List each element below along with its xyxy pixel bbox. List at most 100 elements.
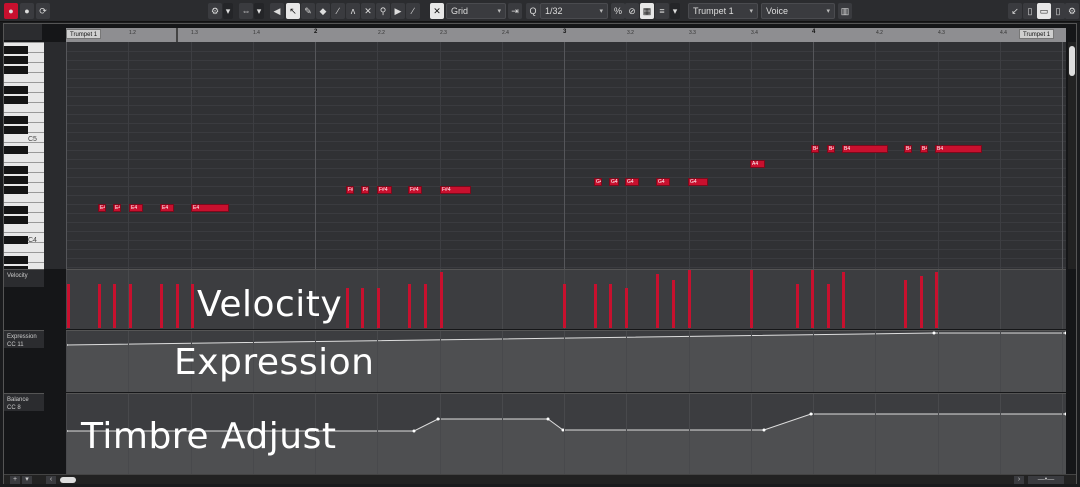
velocity-bar[interactable]: [935, 272, 938, 328]
eraser-tool-icon[interactable]: ◆: [316, 3, 330, 19]
grid-icon[interactable]: ⇥: [508, 3, 522, 19]
midi-note[interactable]: E4: [191, 204, 229, 212]
velocity-bar[interactable]: [346, 288, 349, 328]
velocity-bar[interactable]: [408, 284, 411, 328]
right-zone-icon[interactable]: ▯: [1051, 3, 1065, 19]
pointer-tool-icon[interactable]: ↖: [286, 3, 300, 19]
knife-tool-icon[interactable]: ∕: [331, 3, 345, 19]
chevron-down-icon[interactable]: ▾: [670, 3, 680, 19]
vertical-scrollbar[interactable]: [1068, 42, 1076, 269]
step-input-icon[interactable]: ▦: [640, 3, 654, 19]
velocity-bar[interactable]: [361, 288, 364, 328]
black-key[interactable]: [4, 126, 28, 134]
velocity-bar[interactable]: [688, 270, 691, 328]
velocity-bar[interactable]: [67, 284, 70, 328]
midi-note[interactable]: G4: [594, 178, 602, 186]
line-tool-icon[interactable]: ∕: [406, 3, 420, 19]
velocity-bar[interactable]: [920, 276, 923, 328]
add-lane-icon[interactable]: +: [10, 476, 20, 484]
velocity-bar[interactable]: [672, 280, 675, 328]
note-grid[interactable]: E4 E4 E4 E4 E4 F#4 F#4 F#4 F#4 F#4 G4 G4 G4 G4 G4 A4 B4 B…: [66, 42, 1066, 269]
zoom-tool-icon[interactable]: ⚲: [376, 3, 390, 19]
midi-note[interactable]: F#4: [408, 186, 422, 194]
curve-point[interactable]: [546, 417, 550, 421]
velocity-bar[interactable]: [827, 284, 830, 328]
black-key[interactable]: [4, 96, 28, 104]
gear-icon[interactable]: ⚙: [1065, 3, 1079, 19]
black-key[interactable]: [4, 146, 28, 154]
lower-zone-icon[interactable]: ▭: [1037, 3, 1051, 19]
glue-tool-icon[interactable]: ᴧ: [346, 3, 360, 19]
snap-icon[interactable]: ◀: [270, 3, 284, 19]
curve-point[interactable]: [762, 428, 766, 432]
black-key[interactable]: [4, 216, 28, 224]
velocity-bar[interactable]: [750, 270, 753, 328]
black-key[interactable]: [4, 176, 28, 184]
midi-note[interactable]: F#4: [361, 186, 369, 194]
black-key[interactable]: [4, 46, 28, 54]
midi-note[interactable]: B4: [827, 145, 835, 153]
velocity-bar[interactable]: [113, 284, 116, 328]
monitor-icon[interactable]: ●: [20, 3, 34, 19]
velocity-bar[interactable]: [811, 270, 814, 328]
scrollbar-thumb[interactable]: [1069, 46, 1075, 76]
midi-note[interactable]: F#4: [377, 186, 392, 194]
velocity-bar[interactable]: [656, 274, 659, 328]
snap-toggle-icon[interactable]: ✕: [430, 3, 444, 19]
velocity-bar[interactable]: [160, 284, 163, 328]
snap-mode-select[interactable]: Grid ▾: [446, 3, 506, 19]
black-key[interactable]: [4, 256, 28, 264]
zoom-slider[interactable]: —•—: [1028, 476, 1064, 484]
settings-icon[interactable]: ⚙: [208, 3, 222, 19]
midi-note[interactable]: E4: [113, 204, 121, 212]
midi-note[interactable]: B4: [811, 145, 819, 153]
midi-note[interactable]: E4: [129, 204, 143, 212]
midi-note[interactable]: B4: [935, 145, 982, 153]
black-key[interactable]: [4, 166, 28, 174]
play-tool-icon[interactable]: ▶: [391, 3, 405, 19]
midi-note[interactable]: G4: [656, 178, 670, 186]
black-key[interactable]: [4, 86, 28, 94]
scroll-right-icon[interactable]: ›: [1014, 476, 1024, 484]
collapse-icon[interactable]: ↙: [1008, 3, 1022, 19]
track-select[interactable]: Trumpet 1 ▾: [688, 3, 758, 19]
velocity-bar[interactable]: [625, 288, 628, 328]
quantize-icon[interactable]: Q: [526, 3, 540, 19]
record-icon[interactable]: ●: [4, 3, 18, 19]
chevron-down-icon[interactable]: ▾: [254, 3, 264, 19]
velocity-lane-header[interactable]: Velocity: [4, 269, 44, 287]
piano-keyboard[interactable]: [4, 42, 44, 269]
swing-icon[interactable]: %: [611, 3, 625, 19]
black-key[interactable]: [4, 56, 28, 64]
velocity-bar[interactable]: [129, 284, 132, 328]
iterative-quantize-icon[interactable]: ⊘: [625, 3, 639, 19]
midi-note[interactable]: G4: [688, 178, 708, 186]
chevron-down-icon[interactable]: ▾: [223, 3, 233, 19]
velocity-bar[interactable]: [191, 284, 194, 328]
midi-note[interactable]: G4: [625, 178, 639, 186]
expression-lane-header[interactable]: Expression CC 11: [4, 330, 44, 348]
velocity-bar[interactable]: [842, 272, 845, 328]
chevron-down-icon[interactable]: ▾: [22, 476, 32, 484]
black-key[interactable]: [4, 66, 28, 74]
ruler[interactable]: 2 3 4 1.2 1.3 1.4 2.2 2.3 2.4 3.2 3.3 3.…: [66, 28, 1066, 42]
velocity-bar[interactable]: [563, 284, 566, 328]
midi-note[interactable]: G4: [609, 178, 619, 186]
midi-note[interactable]: E4: [98, 204, 106, 212]
pencil-tool-icon[interactable]: ✎: [301, 3, 315, 19]
velocity-bar[interactable]: [98, 284, 101, 328]
velocity-bar[interactable]: [609, 284, 612, 328]
scroll-left-icon[interactable]: ‹: [46, 476, 56, 484]
midi-note[interactable]: F#4: [440, 186, 471, 194]
curve-point[interactable]: [412, 429, 416, 433]
velocity-bar[interactable]: [904, 280, 907, 328]
midi-note[interactable]: F#4: [346, 186, 354, 194]
midi-note[interactable]: B4: [904, 145, 912, 153]
quantize-select[interactable]: 1/32 ▾: [540, 3, 608, 19]
left-zone-icon[interactable]: ▯: [1023, 3, 1037, 19]
velocity-bar[interactable]: [440, 272, 443, 328]
piano-icon[interactable]: ▥: [838, 3, 852, 19]
horizontal-scrollbar-thumb[interactable]: [60, 477, 76, 483]
cursor-marker[interactable]: [176, 28, 178, 42]
balance-lane-header[interactable]: Balance CC 8: [4, 393, 44, 411]
